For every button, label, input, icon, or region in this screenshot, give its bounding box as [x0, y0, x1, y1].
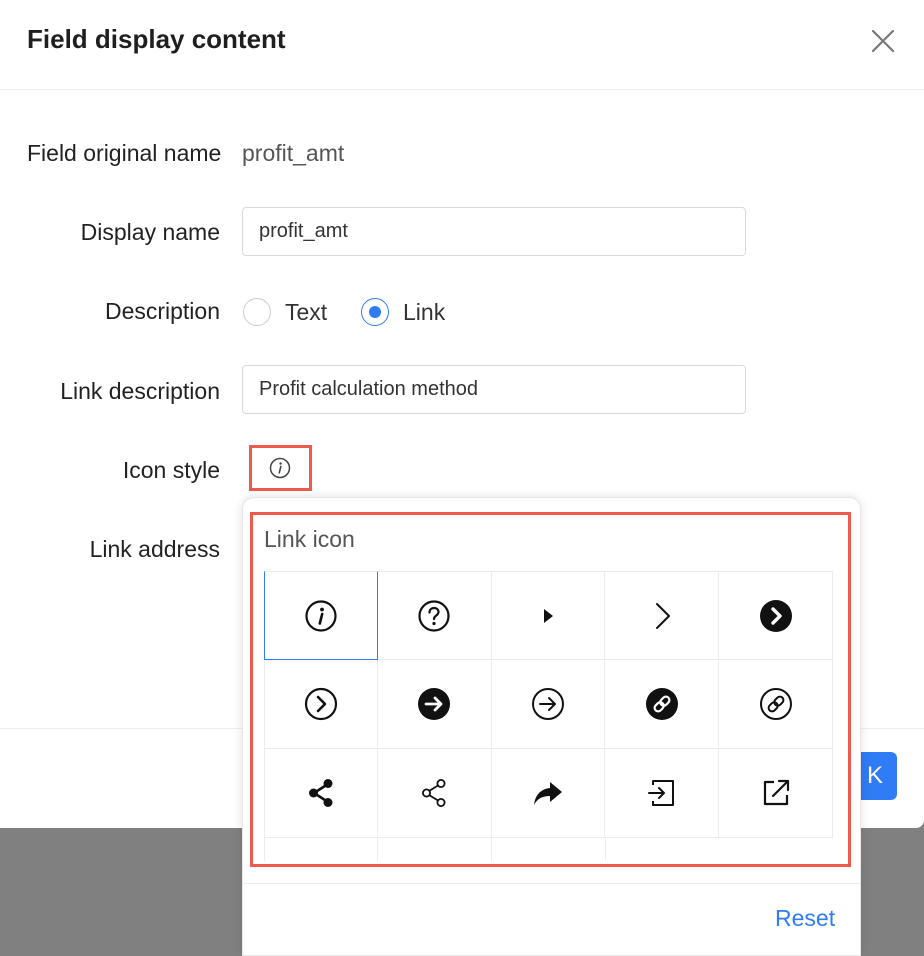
- dialog-title: Field display content: [27, 24, 286, 54]
- icon-style-selector[interactable]: [249, 445, 312, 491]
- icon-option-question-circle[interactable]: [377, 571, 492, 660]
- icon-option-arrow-right-circle[interactable]: [491, 660, 606, 749]
- icon-option-partial[interactable]: [264, 838, 378, 861]
- external-link-icon: [763, 779, 789, 806]
- icon-option-external-link[interactable]: [719, 749, 833, 838]
- share-filled-icon: [308, 779, 333, 807]
- icon-grid-row: [264, 660, 833, 749]
- chevron-right-icon: [655, 602, 670, 629]
- original-name-label: Field original name: [27, 140, 222, 166]
- description-radio-text-label[interactable]: Text: [285, 299, 327, 326]
- info-circle-icon: [305, 599, 337, 632]
- caret-right-icon: [543, 608, 553, 623]
- icon-grid-row: [264, 571, 833, 660]
- forward-icon: [533, 782, 562, 805]
- question-circle-icon: [418, 599, 450, 632]
- display-name-input[interactable]: profit_amt: [242, 207, 746, 256]
- description-radio-link[interactable]: [361, 298, 389, 326]
- link-icon-popover: Link icon Reset: [242, 497, 861, 956]
- icon-option-arrow-right-filled[interactable]: [377, 660, 492, 749]
- icon-grid-row-partial: [264, 838, 833, 861]
- reset-button[interactable]: Reset: [775, 905, 835, 932]
- info-circle-icon: [269, 457, 291, 479]
- icon-grid-row: [264, 749, 833, 838]
- icon-style-label: Icon style: [122, 457, 220, 483]
- close-icon: [871, 29, 895, 53]
- popover-title: Link icon: [264, 526, 355, 552]
- chevron-right-filled-icon: [759, 599, 792, 632]
- display-name-label: Display name: [80, 219, 220, 245]
- link-description-label: Link description: [60, 378, 220, 404]
- popover-divider: [243, 883, 860, 884]
- icon-option-chevron-right-filled[interactable]: [719, 571, 833, 660]
- link-address-label: Link address: [89, 536, 220, 562]
- arrow-right-filled-icon: [418, 688, 451, 720]
- description-radio-text[interactable]: [243, 298, 271, 326]
- icon-option-chevron-right-circle[interactable]: [264, 660, 378, 749]
- icon-option-info-circle[interactable]: [264, 571, 378, 660]
- arrow-right-circle-icon: [531, 688, 564, 720]
- icon-grid: [264, 571, 833, 861]
- description-label: Description: [104, 298, 220, 324]
- icon-option-share-outline[interactable]: [377, 749, 492, 838]
- link-description-input[interactable]: Profit calculation method: [242, 365, 746, 414]
- link-circle-icon: [759, 688, 792, 720]
- icon-option-link-circle[interactable]: [719, 660, 833, 749]
- icon-option-partial[interactable]: [492, 838, 606, 861]
- icon-option-caret-right[interactable]: [491, 571, 606, 660]
- icon-option-login[interactable]: [605, 749, 720, 838]
- icon-option-share-filled[interactable]: [264, 749, 378, 838]
- description-radio-link-label[interactable]: Link: [403, 299, 445, 326]
- icon-option-partial[interactable]: [378, 838, 492, 861]
- chevron-right-circle-icon: [304, 687, 337, 721]
- share-outline-icon: [422, 779, 446, 807]
- dialog-header: Field display content: [0, 0, 924, 90]
- icon-option-chevron-right[interactable]: [605, 571, 720, 660]
- icon-option-link-filled[interactable]: [605, 660, 720, 749]
- original-name-value: profit_amt: [242, 140, 345, 166]
- icon-grid-empty: [606, 838, 720, 861]
- icon-option-forward[interactable]: [491, 749, 606, 838]
- link-filled-icon: [645, 688, 678, 720]
- close-button[interactable]: [866, 24, 900, 58]
- login-icon: [647, 780, 674, 806]
